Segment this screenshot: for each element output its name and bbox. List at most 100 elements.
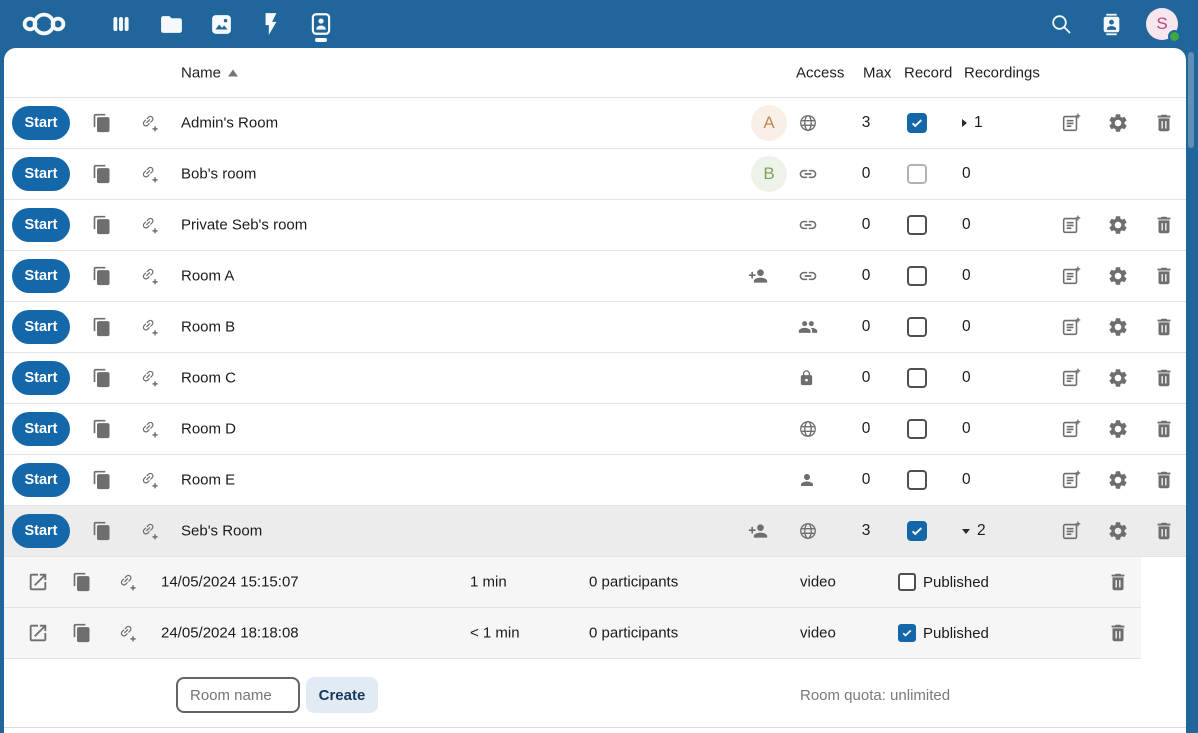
room-properties-button[interactable]: [1060, 469, 1082, 491]
app-meetings-active[interactable]: [301, 0, 341, 48]
record-checkbox[interactable]: [907, 113, 927, 133]
copy-link-button[interactable]: [92, 113, 112, 133]
search-button[interactable]: [1044, 0, 1078, 48]
max-participants: 3: [846, 114, 886, 132]
record-checkbox[interactable]: [907, 368, 927, 388]
published-checkbox[interactable]: [898, 573, 916, 591]
add-link-button[interactable]: [138, 112, 160, 134]
delete-recording-button[interactable]: [1107, 571, 1129, 593]
room-settings-button[interactable]: [1107, 265, 1129, 287]
room-properties-button[interactable]: [1060, 316, 1082, 338]
settings-gear-icon: [1107, 418, 1129, 440]
recordings-count: 0: [962, 318, 971, 336]
room-settings-button[interactable]: [1107, 520, 1129, 542]
recordings-toggle-expanded[interactable]: 2: [962, 522, 986, 540]
delete-room-button[interactable]: [1153, 418, 1175, 440]
copy-link-button[interactable]: [92, 368, 112, 388]
create-room-button[interactable]: Create: [306, 677, 378, 713]
copy-link-button[interactable]: [92, 164, 112, 184]
delete-room-button[interactable]: [1153, 367, 1175, 389]
recordings-count: 0: [962, 471, 971, 489]
room-properties-button[interactable]: [1060, 367, 1082, 389]
open-recording-button[interactable]: [27, 622, 49, 644]
add-link-button[interactable]: [138, 265, 160, 287]
record-checkbox[interactable]: [907, 317, 927, 337]
person-plus-icon: [748, 266, 768, 286]
room-properties-button[interactable]: [1060, 265, 1082, 287]
room-settings-button[interactable]: [1107, 418, 1129, 440]
nextcloud-logo[interactable]: [20, 0, 68, 48]
copy-link-button[interactable]: [92, 317, 112, 337]
start-room-button[interactable]: Start: [12, 259, 70, 293]
recording-participants: 0 participants: [589, 625, 678, 642]
start-room-button[interactable]: Start: [12, 106, 70, 140]
copy-link-button[interactable]: [92, 521, 112, 541]
column-header-name[interactable]: Name: [181, 64, 238, 81]
delete-room-button[interactable]: [1153, 112, 1175, 134]
user-menu[interactable]: S: [1145, 0, 1179, 48]
room-properties-button[interactable]: [1060, 418, 1082, 440]
copy-link-button[interactable]: [92, 419, 112, 439]
room-settings-button[interactable]: [1107, 214, 1129, 236]
add-link-button[interactable]: [138, 316, 160, 338]
app-activity[interactable]: [251, 0, 291, 48]
add-link-button[interactable]: [138, 469, 160, 491]
add-link-button[interactable]: [138, 520, 160, 542]
max-participants: 0: [846, 165, 886, 183]
start-room-button[interactable]: Start: [12, 463, 70, 497]
add-link-button[interactable]: [116, 622, 138, 644]
record-checkbox[interactable]: [907, 419, 927, 439]
room-row: Start Room E 0 0: [4, 455, 1186, 506]
record-checkbox[interactable]: [907, 470, 927, 490]
room-properties-button[interactable]: [1060, 112, 1082, 134]
add-link-button[interactable]: [116, 571, 138, 593]
room-settings-button[interactable]: [1107, 469, 1129, 491]
copy-icon: [92, 164, 112, 184]
copy-icon: [92, 470, 112, 490]
copy-link-button[interactable]: [92, 470, 112, 490]
contacts-menu-button[interactable]: [1093, 0, 1129, 48]
room-settings-button[interactable]: [1107, 112, 1129, 134]
delete-recording-button[interactable]: [1107, 622, 1129, 644]
app-dashboard[interactable]: [101, 0, 141, 48]
start-room-button[interactable]: Start: [12, 514, 70, 548]
start-room-button[interactable]: Start: [12, 361, 70, 395]
delete-room-button[interactable]: [1153, 214, 1175, 236]
copy-link-button[interactable]: [92, 215, 112, 235]
delete-room-button[interactable]: [1153, 469, 1175, 491]
app-files[interactable]: [151, 0, 191, 48]
shared-indicator: [748, 266, 768, 286]
published-toggle[interactable]: Published: [898, 624, 989, 642]
room-properties-button[interactable]: [1060, 214, 1082, 236]
room-properties-icon: [1060, 367, 1082, 389]
add-link-button[interactable]: [138, 214, 160, 236]
add-link-button[interactable]: [138, 418, 160, 440]
copy-link-button[interactable]: [92, 266, 112, 286]
room-settings-button[interactable]: [1107, 316, 1129, 338]
room-settings-button[interactable]: [1107, 367, 1129, 389]
start-room-button[interactable]: Start: [12, 208, 70, 242]
start-room-button[interactable]: Start: [12, 412, 70, 446]
add-link-button[interactable]: [138, 163, 160, 185]
room-name-input[interactable]: [176, 677, 300, 713]
room-row: Start Bob's room B 0 0: [4, 149, 1186, 200]
recordings-toggle[interactable]: 1: [962, 114, 983, 132]
link-add-icon: [138, 316, 160, 338]
scrollbar-thumb[interactable]: [1188, 52, 1194, 148]
delete-room-button[interactable]: [1153, 265, 1175, 287]
delete-room-button[interactable]: [1153, 520, 1175, 542]
room-properties-button[interactable]: [1060, 520, 1082, 542]
start-room-button[interactable]: Start: [12, 310, 70, 344]
copy-recording-link-button[interactable]: [72, 572, 92, 592]
add-link-button[interactable]: [138, 367, 160, 389]
record-checkbox[interactable]: [907, 215, 927, 235]
record-checkbox[interactable]: [907, 266, 927, 286]
record-checkbox[interactable]: [907, 521, 927, 541]
open-recording-button[interactable]: [27, 571, 49, 593]
start-room-button[interactable]: Start: [12, 157, 70, 191]
app-photos[interactable]: [201, 0, 241, 48]
delete-room-button[interactable]: [1153, 316, 1175, 338]
published-toggle[interactable]: Published: [898, 573, 989, 591]
published-checkbox[interactable]: [898, 624, 916, 642]
copy-recording-link-button[interactable]: [72, 623, 92, 643]
